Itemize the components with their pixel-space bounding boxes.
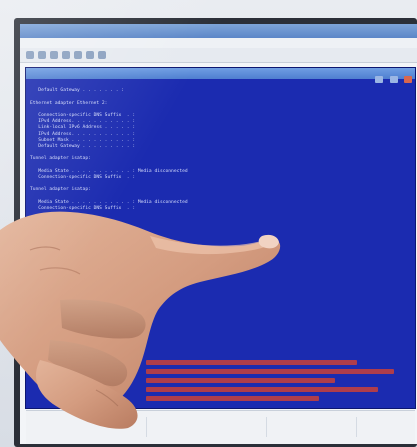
photo-scene: Default Gateway . . . . . . . :Ethernet … (0, 0, 417, 447)
screen-glare (0, 0, 417, 447)
